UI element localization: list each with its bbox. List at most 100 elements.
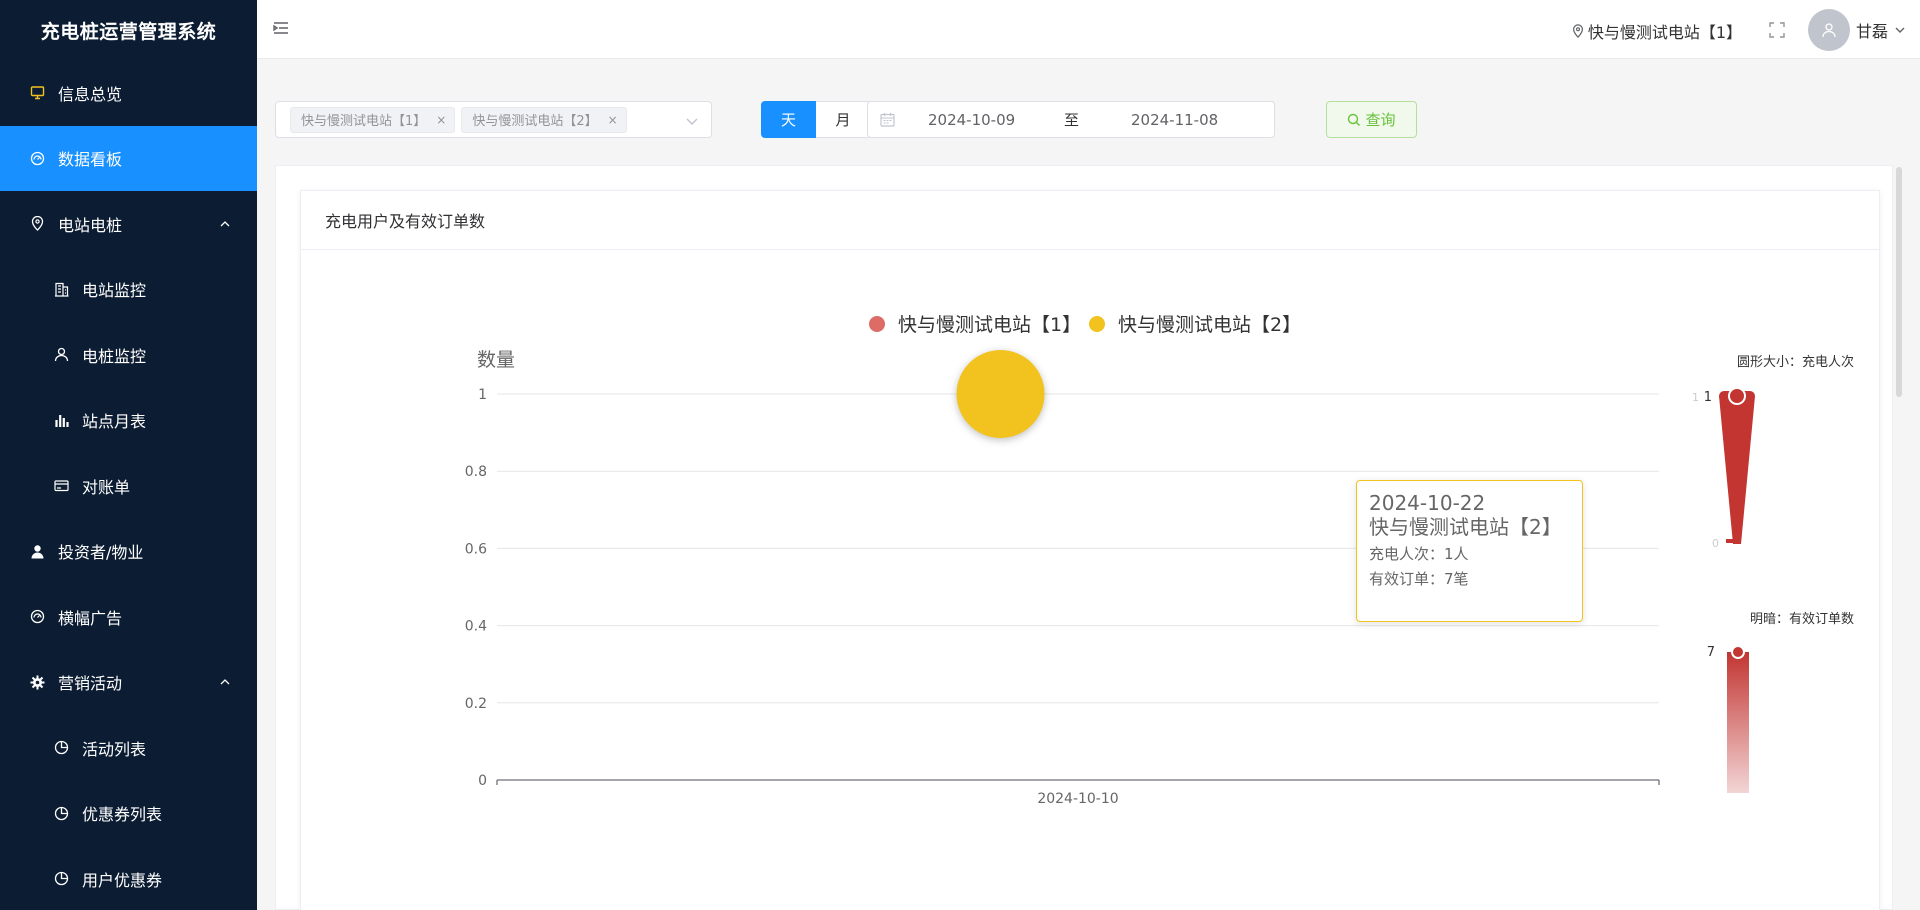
date-separator: 至: [1064, 111, 1080, 129]
sidebar-item-label: 电站监控: [82, 281, 147, 301]
station-tag-2: 快与慢测试电站【2】 ×: [461, 106, 627, 133]
scrollbar-thumb[interactable]: [1896, 167, 1902, 397]
user-outline-icon: [54, 347, 69, 362]
sidebar-item-2[interactable]: 电站电桩: [0, 191, 257, 257]
station-multi-select[interactable]: 快与慢测试电站【1】 × 快与慢测试电站【2】 ×: [275, 101, 712, 138]
menu-fold-icon[interactable]: [273, 20, 289, 36]
close-icon[interactable]: ×: [436, 113, 446, 127]
end-date-input[interactable]: 2024-11-08: [1131, 111, 1218, 129]
y-tick-label-1: 0.2: [465, 696, 487, 712]
size-legend-max: 1: [1692, 391, 1699, 404]
sidebar-item-label: 站点月表: [82, 412, 147, 432]
sidebar-item-label: 营销活动: [58, 674, 123, 694]
sidebar-item-7[interactable]: 投资者/物业: [0, 519, 257, 585]
query-button-label: 查询: [1365, 111, 1396, 129]
user-solid-icon: [30, 544, 45, 559]
sidebar-item-12[interactable]: 用户优惠券: [0, 846, 257, 910]
card-icon: [54, 478, 69, 493]
search-icon: [1348, 113, 1361, 126]
sidebar-item-6[interactable]: 对账单: [0, 453, 257, 519]
legend-label-1: 快与慢测试电站【1】: [898, 314, 1081, 336]
color-legend-title: 明暗：有效订单数: [1750, 612, 1854, 627]
y-tick-label-5: 1: [478, 387, 487, 403]
sidebar-item-label: 用户优惠券: [82, 870, 163, 890]
x-tick-label-0: 2024-10-10: [1037, 791, 1118, 807]
sidebar-item-8[interactable]: 横幅广告: [0, 584, 257, 650]
month-button[interactable]: 月: [816, 101, 871, 138]
chevron-down-icon: [1895, 27, 1905, 33]
sidebar-item-1[interactable]: 数据看板: [0, 125, 257, 191]
sidebar-item-label: 对账单: [82, 477, 131, 497]
sidebar-item-label: 数据看板: [58, 150, 123, 170]
size-legend-min: 0: [1712, 537, 1719, 550]
station-tag-label: 快与慢测试电站【1】: [301, 114, 427, 129]
bubble-chart[interactable]: 快与慢测试电站【1】 快与慢测试电站【2】数量00.20.40.60.812024…: [301, 250, 1879, 850]
location-pin-icon: [1572, 24, 1583, 38]
legend-label-2: 快与慢测试电站【2】: [1118, 314, 1301, 336]
panel-scrollbar[interactable]: [1895, 165, 1903, 910]
chevron-down-icon[interactable]: [685, 114, 699, 128]
tooltip-date: 2024-10-22: [1369, 491, 1486, 515]
chart-card: 充电用户及有效订单数 快与慢测试电站【1】 快与慢测试电站【2】 数量 0 0.2 0.4…: [300, 190, 1880, 910]
sidebar-item-10[interactable]: 活动列表: [0, 715, 257, 781]
sidebar-item-0[interactable]: 信息总览: [0, 60, 257, 126]
building-icon: [54, 282, 69, 297]
current-station-selector[interactable]: 快与慢测试电站【1】: [1571, 19, 1742, 43]
sidebar-item-4[interactable]: 电桩监控: [0, 322, 257, 388]
size-legend-title: 圆形大小：充电人次: [1737, 354, 1854, 370]
y-tick-label-3: 0.6: [465, 541, 487, 557]
granularity-toggle: 天 月: [761, 101, 871, 138]
query-button[interactable]: 查询: [1326, 101, 1417, 138]
sidebar-item-label: 电站电桩: [58, 215, 123, 235]
user-menu[interactable]: 甘磊: [1807, 9, 1906, 51]
sidebar-item-label: 活动列表: [82, 739, 147, 759]
day-button[interactable]: 天: [761, 101, 816, 138]
date-range-picker[interactable]: 2024-10-09 至 2024-11-08: [867, 101, 1275, 138]
sidebar: 充电桩运营管理系统 信息总览数据看板电站电桩电站监控电桩监控站点月表对账单投资者…: [0, 0, 257, 910]
tooltip-orders: 有效订单：7笔: [1369, 570, 1469, 588]
pie-icon: [54, 740, 69, 755]
tooltip-users: 充电人次：1人: [1369, 545, 1469, 563]
username: 甘磊: [1855, 22, 1888, 41]
station-tag-1: 快与慢测试电站【1】 ×: [290, 106, 456, 133]
size-legend-handle-bottom: [1726, 539, 1740, 543]
legend-marker-1: [869, 316, 885, 332]
sidebar-item-label: 投资者/物业: [58, 543, 144, 563]
top-header: 快与慢测试电站【1】 甘磊: [257, 0, 1920, 59]
chart-tooltip: 2024-10-22 快与慢测试电站【2】 充电人次：1人 有效订单：7笔: [1356, 480, 1583, 622]
sidebar-item-9[interactable]: 营销活动: [0, 650, 257, 716]
close-icon[interactable]: ×: [608, 113, 618, 127]
location-icon: [30, 216, 45, 232]
pie-icon: [54, 871, 69, 886]
sidebar-item-label: 优惠券列表: [82, 805, 163, 825]
data-point-s2-0: [956, 350, 1045, 438]
calendar-icon: [880, 113, 895, 127]
card-title: 充电用户及有效订单数: [301, 191, 1879, 250]
avatar: [1807, 9, 1850, 51]
main-content: 快与慢测试电站【1】 × 快与慢测试电站【2】 × 天 月 2024-10-09…: [257, 59, 1920, 910]
sidebar-item-11[interactable]: 优惠券列表: [0, 781, 257, 847]
sidebar-item-label: 横幅广告: [58, 608, 123, 628]
tooltip-station: 快与慢测试电站【2】: [1369, 515, 1562, 539]
color-legend-indicator: [1731, 645, 1745, 659]
size-legend-value: 1: [1704, 390, 1712, 405]
y-tick-label-2: 0.4: [465, 619, 487, 635]
user-avatar-icon: [1822, 23, 1836, 38]
sidebar-menu: 信息总览数据看板电站电桩电站监控电桩监控站点月表对账单投资者/物业 横幅广告营销活…: [0, 60, 257, 910]
size-legend-indicator: [1728, 387, 1746, 405]
color-legend-value: 7: [1707, 645, 1715, 660]
dashboard-icon: [30, 151, 45, 166]
gear-icon: [30, 675, 45, 690]
y-axis-title: 数量: [477, 349, 515, 371]
fullscreen-icon[interactable]: [1769, 22, 1785, 38]
station-tag-label: 快与慢测试电站【2】: [472, 114, 598, 129]
chevron-up-icon: [220, 220, 230, 227]
bar-chart-icon: [54, 413, 69, 428]
y-tick-label-0: 0: [478, 773, 487, 789]
start-date-input[interactable]: 2024-10-09: [928, 111, 1015, 129]
sidebar-item-5[interactable]: 站点月表: [0, 388, 257, 454]
sidebar-item-3[interactable]: 电站监控: [0, 257, 257, 323]
current-station-label: 快与慢测试电站【1】: [1587, 23, 1742, 42]
app-title: 充电桩运营管理系统: [40, 20, 217, 43]
chevron-up-icon: [220, 679, 230, 685]
